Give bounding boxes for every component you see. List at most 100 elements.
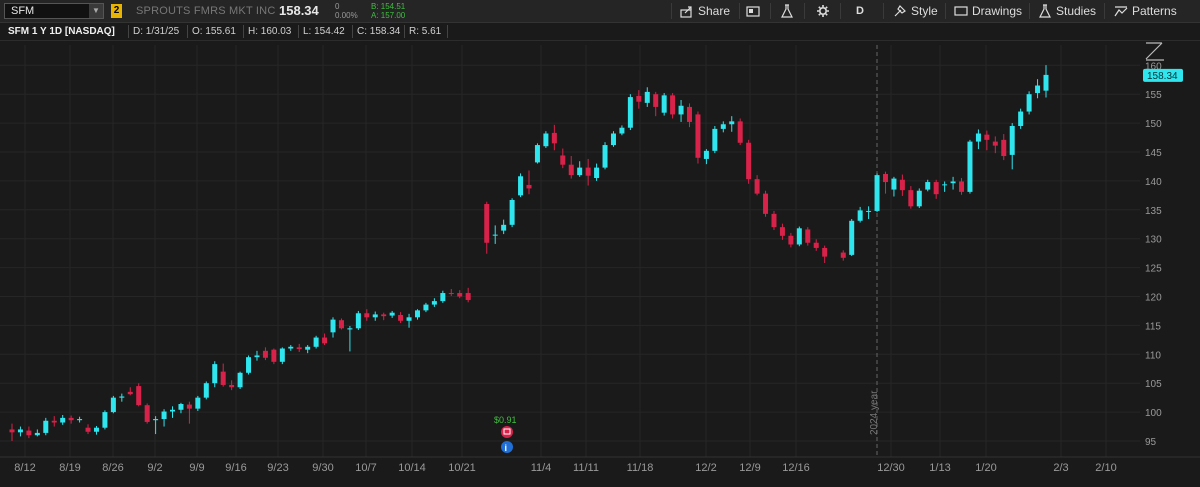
chart-title: SFM 1 Y 1D [NASDAQ] xyxy=(8,26,115,37)
candle-body xyxy=(712,128,718,151)
candle xyxy=(942,181,948,192)
candle xyxy=(925,179,931,192)
candle xyxy=(779,223,785,240)
candle-body xyxy=(720,124,726,129)
candle-body xyxy=(178,404,184,410)
style-button[interactable]: Style xyxy=(893,2,938,20)
candle xyxy=(77,416,83,423)
info-event-icon[interactable]: i xyxy=(501,441,513,453)
current-price-label: 158.34 xyxy=(1147,71,1178,82)
candle-body xyxy=(237,372,243,388)
candle-body xyxy=(457,293,463,297)
x-tick-label: 12/2 xyxy=(695,462,716,474)
candle-body xyxy=(678,105,684,115)
candle xyxy=(1026,91,1032,115)
candle-body xyxy=(874,175,880,211)
candle-body xyxy=(119,396,125,398)
candle-body xyxy=(763,193,769,214)
candle-body xyxy=(372,314,378,318)
candle-body xyxy=(9,429,15,433)
candle xyxy=(967,139,973,194)
y-tick-label: 95 xyxy=(1145,437,1157,448)
candle xyxy=(653,91,659,117)
settings-button[interactable] xyxy=(816,2,830,20)
studies-button[interactable]: Studies xyxy=(1038,2,1096,20)
candle xyxy=(712,125,718,154)
info-low: L: 154.42 xyxy=(303,26,345,37)
candle xyxy=(703,149,709,165)
candle-body xyxy=(153,419,159,421)
candle-body xyxy=(610,133,616,146)
candle-body xyxy=(687,106,693,122)
candle-body xyxy=(695,114,701,158)
candle-body xyxy=(220,371,226,385)
snapshot-button[interactable] xyxy=(746,2,760,20)
x-tick-label: 11/11 xyxy=(573,462,599,474)
share-button[interactable]: Share xyxy=(680,2,730,20)
candle xyxy=(110,395,116,414)
candle xyxy=(288,345,294,351)
candle-body xyxy=(509,199,515,225)
candle-body xyxy=(975,133,981,142)
candle xyxy=(296,343,302,352)
ask-price: A: 157.00 xyxy=(371,11,406,20)
zoom-tool-icon[interactable] xyxy=(1145,42,1164,61)
candle xyxy=(534,143,540,164)
y-tick-label: 110 xyxy=(1145,350,1161,361)
candle-body xyxy=(568,164,574,176)
studies-icon xyxy=(1039,4,1051,18)
info-range: R: 5.61 xyxy=(409,26,442,37)
candle xyxy=(34,429,40,437)
candle xyxy=(577,161,583,177)
candle xyxy=(908,186,914,209)
candle xyxy=(85,424,91,435)
patterns-icon xyxy=(1114,6,1128,17)
candlestick-chart-svg[interactable]: 2024 year 160155150145140135130125120115… xyxy=(0,40,1200,482)
candle xyxy=(398,312,404,324)
candle xyxy=(849,219,855,257)
candle-body xyxy=(93,427,99,432)
x-tick-label: 8/19 xyxy=(59,462,80,474)
candle xyxy=(551,124,557,151)
candle xyxy=(1009,123,1015,170)
info-open: O: 155.61 xyxy=(192,26,236,37)
x-tick-label: 12/16 xyxy=(782,462,810,474)
x-tick-label: 9/9 xyxy=(189,462,204,474)
patterns-button[interactable]: Patterns xyxy=(1114,2,1177,20)
candle-body xyxy=(355,313,361,329)
earnings-event-icon[interactable] xyxy=(501,426,513,438)
candle-body xyxy=(891,178,897,190)
candle xyxy=(678,99,684,122)
candle-body xyxy=(43,420,49,433)
symbol-dropdown-icon[interactable]: ▼ xyxy=(89,4,103,18)
candle-body xyxy=(440,293,446,302)
flask-button[interactable] xyxy=(780,2,794,20)
candle-body xyxy=(805,229,811,243)
company-name: SPROUTS FMRS MKT INC xyxy=(136,5,276,17)
x-tick-label: 12/9 xyxy=(739,462,760,474)
candle xyxy=(127,387,133,396)
candle xyxy=(501,219,507,235)
symbol-input[interactable]: SFM ▼ xyxy=(4,3,104,19)
candle xyxy=(119,393,125,402)
link-badge[interactable]: 2 xyxy=(111,4,122,18)
candle-body xyxy=(636,95,642,102)
candle-body xyxy=(254,355,260,358)
price-chart[interactable]: 2024 year 160 155 150 145 140 135 130 125 120 115… xyxy=(0,40,1200,482)
candle-body xyxy=(17,429,23,433)
candle-body xyxy=(670,95,676,115)
candle xyxy=(796,226,802,247)
candle-body xyxy=(170,409,176,412)
candle xyxy=(262,347,268,361)
candle-body xyxy=(822,247,828,257)
candle-body xyxy=(1026,94,1032,112)
drawings-button[interactable]: Drawings xyxy=(954,2,1022,20)
candle xyxy=(423,302,429,313)
candle-body xyxy=(26,430,32,436)
candle-body xyxy=(594,167,600,179)
info-date: D: 1/31/25 xyxy=(133,26,180,37)
candle-body xyxy=(296,347,302,350)
aggregation-button[interactable]: D xyxy=(856,2,864,20)
candle-body xyxy=(60,417,66,423)
candle xyxy=(492,225,498,244)
